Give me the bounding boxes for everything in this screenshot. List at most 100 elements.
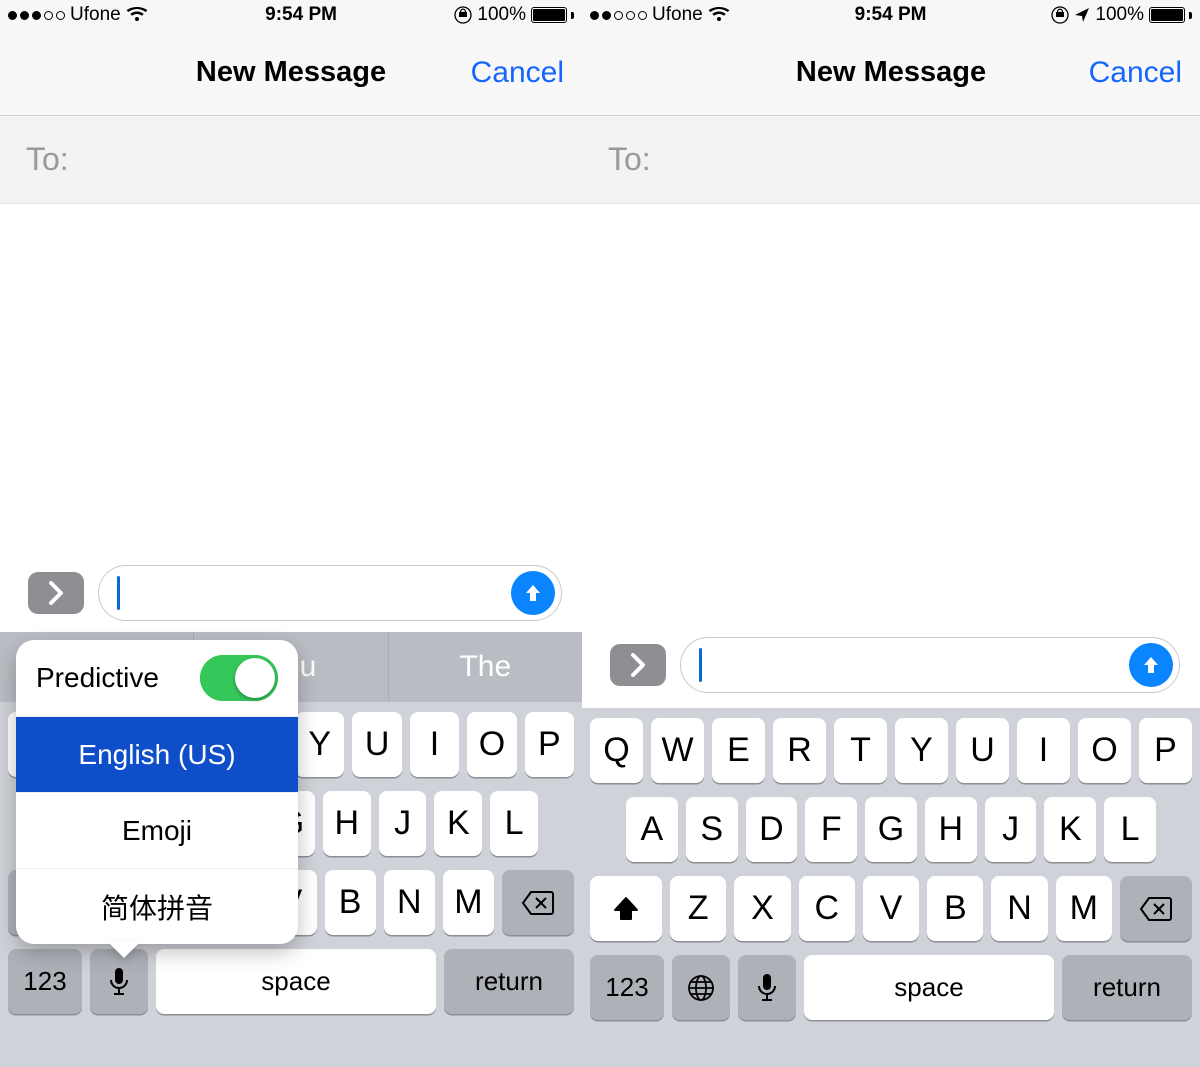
letter-key[interactable]: Y (895, 718, 948, 783)
status-bar: Ufone 9:54 PM 100% (0, 0, 582, 30)
predictive-toggle-row[interactable]: Predictive (16, 640, 298, 716)
predictive-suggestion[interactable]: The (389, 632, 582, 702)
letter-key[interactable]: S (686, 797, 738, 862)
carrier-label: Ufone (70, 4, 121, 26)
location-icon (1074, 7, 1090, 23)
status-bar: Ufone 9:54 PM 100% (582, 0, 1200, 30)
keyboard-row-bottom: 123 space return (590, 955, 1192, 1020)
page-title: New Message (796, 56, 986, 89)
letter-key[interactable]: D (746, 797, 798, 862)
pane-right: Ufone 9:54 PM 100% New Message (582, 0, 1200, 1067)
keyboard: QWERTYUIOP ASDFGHJKL ZXCVBNM 123 space r… (582, 708, 1200, 1067)
letter-key[interactable]: J (379, 791, 427, 856)
cancel-button[interactable]: Cancel (471, 56, 564, 90)
keyboard-row-3: ZXCVBNM (590, 876, 1192, 941)
message-input[interactable] (680, 637, 1180, 693)
dictation-key[interactable] (738, 955, 796, 1020)
letter-key[interactable]: B (325, 870, 376, 935)
letter-key[interactable]: X (734, 876, 790, 941)
letter-key[interactable]: L (1104, 797, 1156, 862)
message-input-row (0, 558, 582, 628)
space-key[interactable]: space (804, 955, 1054, 1020)
language-option[interactable]: 简体拼音 (16, 868, 298, 944)
to-label: To: (608, 141, 651, 178)
pane-left: Ufone 9:54 PM 100% New Message Cancel (0, 0, 582, 1067)
letter-key[interactable]: K (1044, 797, 1096, 862)
apps-toggle-button[interactable] (28, 572, 84, 614)
letter-key[interactable]: T (834, 718, 887, 783)
letter-key[interactable]: I (1017, 718, 1070, 783)
letter-key[interactable]: O (467, 712, 516, 777)
letter-key[interactable]: B (927, 876, 983, 941)
to-field-row[interactable]: To: (582, 116, 1200, 204)
language-option[interactable]: Emoji (16, 792, 298, 868)
letter-key[interactable]: N (384, 870, 435, 935)
keyboard-row-2: ASDFGHJKL (590, 797, 1192, 862)
battery-percent: 100% (477, 4, 526, 26)
send-button[interactable] (1129, 643, 1173, 687)
shift-key[interactable] (590, 876, 662, 941)
language-option[interactable]: English (US) (16, 716, 298, 792)
letter-key[interactable]: O (1078, 718, 1131, 783)
letter-key[interactable]: K (434, 791, 482, 856)
keyboard-row-1: QWERTYUIOP (590, 718, 1192, 783)
return-key[interactable]: return (444, 949, 574, 1014)
signal-strength-icon (8, 11, 65, 20)
keyboard-row-bottom: 123 space return (8, 949, 574, 1014)
status-time: 9:54 PM (855, 4, 927, 26)
message-input-row (582, 630, 1200, 700)
letter-key[interactable]: A (626, 797, 678, 862)
letter-key[interactable]: N (991, 876, 1047, 941)
letter-key[interactable]: I (410, 712, 459, 777)
letter-key[interactable]: E (712, 718, 765, 783)
space-key[interactable]: space (156, 949, 436, 1014)
globe-key[interactable] (672, 955, 730, 1020)
battery-icon (1149, 7, 1192, 23)
letter-key[interactable]: U (352, 712, 401, 777)
battery-percent: 100% (1095, 4, 1144, 26)
letter-key[interactable]: C (799, 876, 855, 941)
letter-key[interactable]: V (863, 876, 919, 941)
carrier-label: Ufone (652, 4, 703, 26)
cancel-button[interactable]: Cancel (1089, 56, 1182, 90)
letter-key[interactable]: R (773, 718, 826, 783)
page-title: New Message (196, 56, 386, 89)
letter-key[interactable]: J (985, 797, 1037, 862)
letter-key[interactable]: H (925, 797, 977, 862)
letter-key[interactable]: P (525, 712, 574, 777)
letter-key[interactable]: M (443, 870, 494, 935)
letter-key[interactable]: L (490, 791, 538, 856)
dictation-key[interactable] (90, 949, 148, 1014)
signal-strength-icon (590, 11, 647, 20)
numbers-key[interactable]: 123 (590, 955, 664, 1020)
letter-key[interactable]: H (323, 791, 371, 856)
letter-key[interactable]: Y (295, 712, 344, 777)
status-time: 9:54 PM (265, 4, 337, 26)
letter-key[interactable]: F (805, 797, 857, 862)
send-button[interactable] (511, 571, 555, 615)
letter-key[interactable]: U (956, 718, 1009, 783)
numbers-key[interactable]: 123 (8, 949, 82, 1014)
keyboard-language-popup: Predictive English (US) Emoji 简体拼音 (16, 640, 298, 944)
letter-key[interactable]: P (1139, 718, 1192, 783)
nav-header: New Message Cancel (0, 30, 582, 116)
nav-header: New Message Cancel (582, 30, 1200, 116)
to-label: To: (26, 141, 69, 178)
predictive-label: Predictive (36, 662, 159, 694)
letter-key[interactable]: G (865, 797, 917, 862)
letter-key[interactable]: M (1056, 876, 1112, 941)
predictive-toggle[interactable] (200, 655, 278, 701)
text-cursor (117, 576, 120, 610)
letter-key[interactable]: Q (590, 718, 643, 783)
return-key[interactable]: return (1062, 955, 1192, 1020)
message-input[interactable] (98, 565, 562, 621)
wifi-icon (708, 7, 730, 23)
apps-toggle-button[interactable] (610, 644, 666, 686)
rotation-lock-icon (1051, 6, 1069, 24)
delete-key[interactable] (1120, 876, 1192, 941)
text-cursor (699, 648, 702, 682)
letter-key[interactable]: Z (670, 876, 726, 941)
letter-key[interactable]: W (651, 718, 704, 783)
to-field-row[interactable]: To: (0, 116, 582, 204)
delete-key[interactable] (502, 870, 574, 935)
